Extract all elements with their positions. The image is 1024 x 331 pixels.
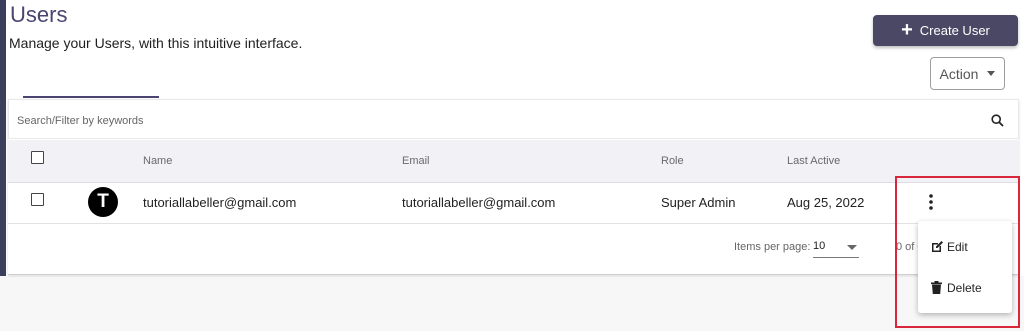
- users-table-card: Name Email Role Last Active T tutorialla…: [8, 99, 1019, 275]
- column-header-last-active[interactable]: Last Active: [787, 155, 840, 167]
- table-header: Name Email Role Last Active: [8, 140, 1019, 183]
- plus-icon: +: [901, 19, 913, 41]
- create-user-label: Create User: [919, 23, 990, 38]
- select-all-checkbox[interactable]: [31, 151, 44, 164]
- column-header-email[interactable]: Email: [402, 155, 430, 167]
- highlight-annotation: [895, 176, 1020, 328]
- tab-indicator: [23, 96, 159, 98]
- search-input[interactable]: [15, 109, 959, 133]
- page-title: Users: [10, 2, 68, 27]
- user-name: tutoriallabeller@gmail.com: [143, 195, 297, 210]
- page-subtitle: Manage your Users, with this intuitive i…: [9, 35, 303, 51]
- column-header-name[interactable]: Name: [143, 155, 172, 167]
- column-header-role[interactable]: Role: [661, 155, 684, 167]
- avatar: T: [88, 187, 118, 217]
- caret-down-icon: [987, 71, 996, 76]
- action-dropdown-button[interactable]: Action: [930, 57, 1005, 90]
- user-email: tutoriallabeller@gmail.com: [402, 195, 556, 210]
- table-row: T tutoriallabeller@gmail.com tutoriallab…: [8, 182, 1019, 224]
- search-bar: [8, 99, 1019, 139]
- search-icon[interactable]: [991, 114, 1004, 127]
- items-per-page-select[interactable]: 10: [813, 237, 859, 258]
- row-checkbox[interactable]: [31, 193, 44, 206]
- paginator: Items per page: 10 0 of 0: [8, 224, 1019, 269]
- items-per-page-value: 10: [813, 240, 826, 252]
- create-user-button[interactable]: + Create User: [873, 15, 1018, 46]
- action-label: Action: [939, 65, 979, 82]
- content-background: [0, 276, 1024, 331]
- items-per-page-label: Items per page:: [734, 241, 811, 253]
- caret-down-icon: [847, 245, 857, 250]
- user-role: Super Admin: [661, 195, 736, 210]
- user-last-active: Aug 25, 2022: [787, 195, 865, 210]
